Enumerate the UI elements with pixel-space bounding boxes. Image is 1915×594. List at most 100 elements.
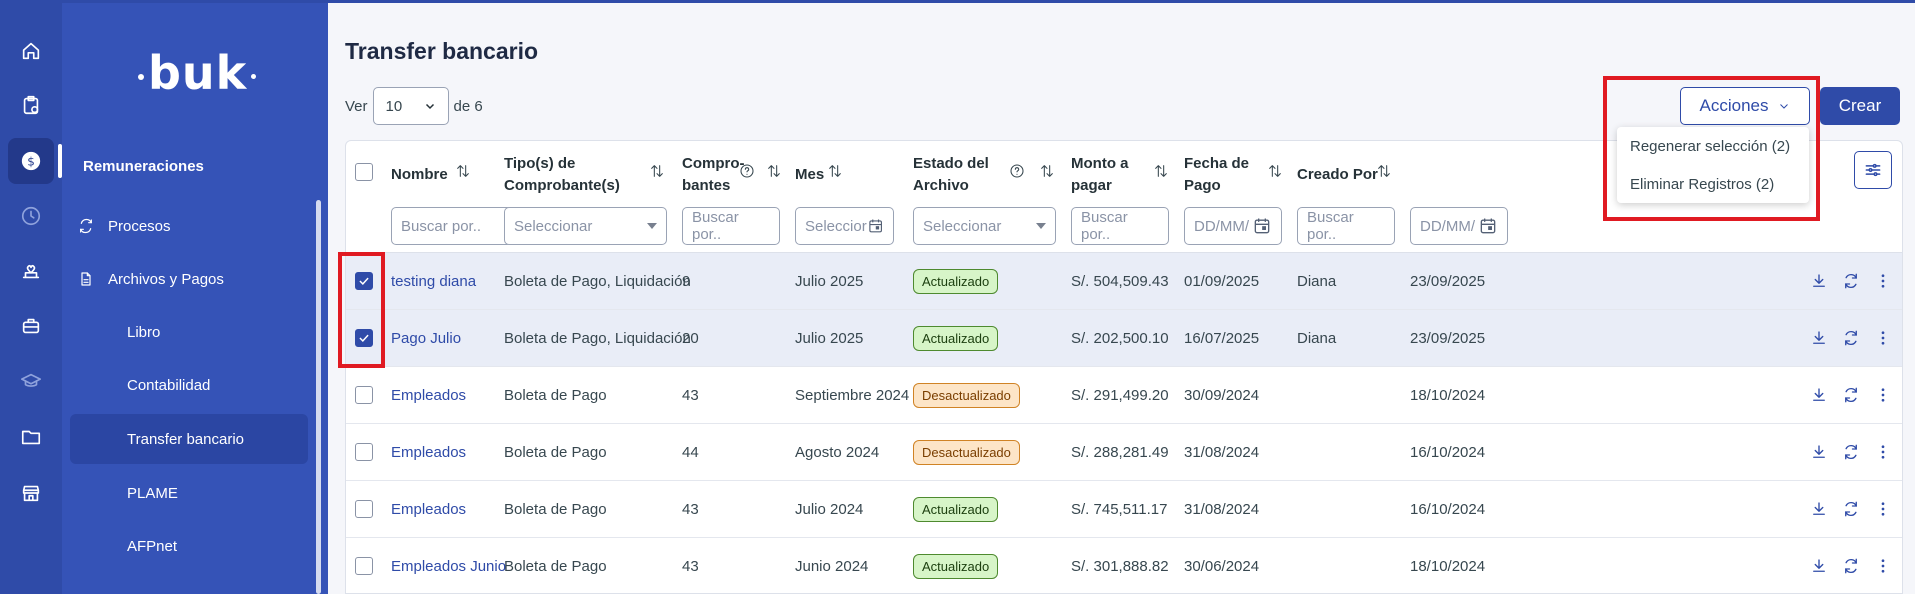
sort-icon[interactable] (649, 163, 665, 179)
buk-logo[interactable]: buk (134, 46, 260, 100)
column-header-nombre[interactable]: Nombre (391, 164, 448, 186)
refresh-icon[interactable] (1842, 443, 1860, 461)
refresh-icon[interactable] (1842, 557, 1860, 575)
sidebar-subitem-contabilidad[interactable]: Contabilidad (70, 360, 308, 410)
refresh-icon[interactable] (1842, 329, 1860, 347)
clock-icon[interactable] (8, 193, 54, 239)
kebab-menu-icon[interactable] (1874, 329, 1892, 347)
help-icon[interactable] (739, 163, 755, 179)
column-header-mes[interactable]: Mes (795, 164, 824, 186)
crear-button[interactable]: Crear (1820, 87, 1900, 125)
column-settings-button[interactable] (1854, 151, 1892, 189)
cell-nombre[interactable]: Empleados (391, 481, 466, 538)
download-icon[interactable] (1810, 386, 1828, 404)
download-icon[interactable] (1810, 329, 1828, 347)
cell-fecha-pago: 31/08/2024 (1184, 444, 1260, 461)
column-header-monto[interactable]: Monto a pagar (1071, 153, 1129, 197)
home-icon[interactable] (8, 28, 54, 74)
column-header-estado[interactable]: Estado del Archivo (913, 153, 989, 197)
fecha-filter-input[interactable]: DD/MM/ (1410, 207, 1508, 245)
help-icon[interactable] (1009, 163, 1025, 179)
download-icon[interactable] (1810, 500, 1828, 518)
refresh-icon[interactable] (1842, 500, 1860, 518)
row-checkbox[interactable] (355, 272, 373, 290)
benefits-icon[interactable] (8, 248, 54, 294)
dollar-icon[interactable]: $ (8, 138, 62, 184)
monto-filter-input[interactable]: Buscar por.. (1071, 207, 1169, 245)
refresh-icon[interactable] (1842, 386, 1860, 404)
cell-fecha-pago: 16/07/2025 (1184, 330, 1260, 347)
briefcase-icon[interactable] (8, 303, 54, 349)
chevron-down-icon (1780, 104, 1789, 109)
download-icon[interactable] (1810, 272, 1828, 290)
sort-icon[interactable] (1039, 163, 1055, 179)
row-checkbox[interactable] (355, 443, 373, 461)
menu-item-regenerar-seleccion[interactable]: Regenerar selección (2) (1617, 127, 1809, 165)
clipboard-icon[interactable] (8, 82, 54, 128)
cell-nombre[interactable]: testing diana (391, 253, 476, 310)
kebab-menu-icon[interactable] (1874, 500, 1892, 518)
sidebar-subitem-transfer-bancario[interactable]: Transfer bancario (70, 414, 308, 464)
row-checkbox[interactable] (355, 557, 373, 575)
table-row[interactable]: Empleados Boleta de Pago 43 Julio 2024 Actua… (346, 481, 1902, 538)
acciones-button[interactable]: Acciones (1680, 87, 1810, 125)
nombre-filter-input[interactable]: Buscar por.. (391, 207, 512, 245)
column-header-comprobantes[interactable]: Compro-bantes (682, 153, 745, 197)
cell-monto: S/. 745,511.17 (1071, 501, 1168, 518)
kebab-menu-icon[interactable] (1874, 272, 1892, 290)
kebab-menu-icon[interactable] (1874, 443, 1892, 461)
row-checkbox[interactable] (355, 500, 373, 518)
sort-icon[interactable] (827, 163, 843, 179)
refresh-icon[interactable] (1842, 272, 1860, 290)
cell-nombre[interactable]: Empleados (391, 367, 466, 424)
fecha-pago-filter-input[interactable]: DD/MM/ (1184, 207, 1282, 245)
kebab-menu-icon[interactable] (1874, 386, 1892, 404)
estado-filter-select[interactable]: Seleccionar (913, 207, 1056, 245)
sidebar-item-archivos-y-pagos[interactable]: Archivos y Pagos (78, 264, 353, 294)
menu-item-eliminar-registros[interactable]: Eliminar Registros (2) (1617, 165, 1809, 203)
store-icon[interactable] (8, 470, 54, 516)
download-icon[interactable] (1810, 443, 1828, 461)
status-badge: Actualizado (913, 326, 999, 351)
sort-icon[interactable] (1267, 163, 1283, 179)
column-header-creado-por[interactable]: Creado Por (1297, 164, 1378, 186)
calendar-icon (1480, 218, 1496, 234)
download-icon[interactable] (1810, 557, 1828, 575)
cell-nombre[interactable]: Pago Julio (391, 310, 461, 367)
sort-icon[interactable] (1376, 163, 1392, 179)
creado-por-filter-input[interactable]: Buscar por.. (1297, 207, 1395, 245)
column-header-fecha-pago[interactable]: Fecha de Pago (1184, 153, 1249, 197)
row-checkbox[interactable] (355, 329, 373, 347)
sort-icon[interactable] (1153, 163, 1169, 179)
comprobantes-filter-input[interactable]: Buscar por.. (682, 207, 780, 245)
sidebar-subitem-afpnet[interactable]: AFPnet (70, 521, 308, 571)
cell-nombre[interactable]: Empleados Junio (391, 538, 506, 593)
table-row[interactable]: Empleados Boleta de Pago 43 Septiembre 2024… (346, 367, 1902, 424)
sidebar-item-procesos[interactable]: Procesos (78, 211, 171, 241)
table-row[interactable]: Pago Julio Boleta de Pago, Liquidación 20 J… (346, 310, 1902, 367)
sidebar-scrollbar[interactable] (316, 200, 321, 594)
column-header-tipo[interactable]: Tipo(s) de Comprobante(s) (504, 153, 620, 197)
table-row[interactable]: testing diana Boleta de Pago, Liquidación… (346, 253, 1902, 310)
mes-filter-input[interactable]: Seleccior (795, 207, 894, 245)
sidebar-subitem-libro[interactable]: Libro (70, 307, 308, 357)
sidebar-subitem-plame[interactable]: PLAME (70, 468, 308, 518)
sort-icon[interactable] (455, 163, 471, 179)
kebab-menu-icon[interactable] (1874, 557, 1892, 575)
table-row[interactable]: Empleados Boleta de Pago 44 Agosto 2024 Desa… (346, 424, 1902, 481)
row-checkbox[interactable] (355, 386, 373, 404)
graduation-icon[interactable] (8, 358, 54, 404)
cell-tipo: Boleta de Pago (504, 444, 607, 461)
refresh-icon (80, 218, 92, 234)
folder-icon[interactable] (8, 414, 54, 460)
sort-icon[interactable] (766, 163, 782, 179)
cell-mes: Julio 2024 (795, 501, 864, 518)
table-row[interactable]: Empleados Junio Boleta de Pago 43 Junio 202… (346, 538, 1902, 593)
select-all-checkbox[interactable] (355, 163, 373, 181)
acciones-dropdown: Regenerar selección (2) Eliminar Registr… (1617, 127, 1809, 203)
tipo-filter-select[interactable]: Seleccionar (504, 207, 667, 245)
page-size-select[interactable]: 10 (372, 87, 449, 125)
cell-comprobantes: 9 (682, 273, 691, 290)
cell-nombre[interactable]: Empleados (391, 424, 466, 481)
cell-fecha-pago: 30/06/2024 (1184, 558, 1260, 575)
